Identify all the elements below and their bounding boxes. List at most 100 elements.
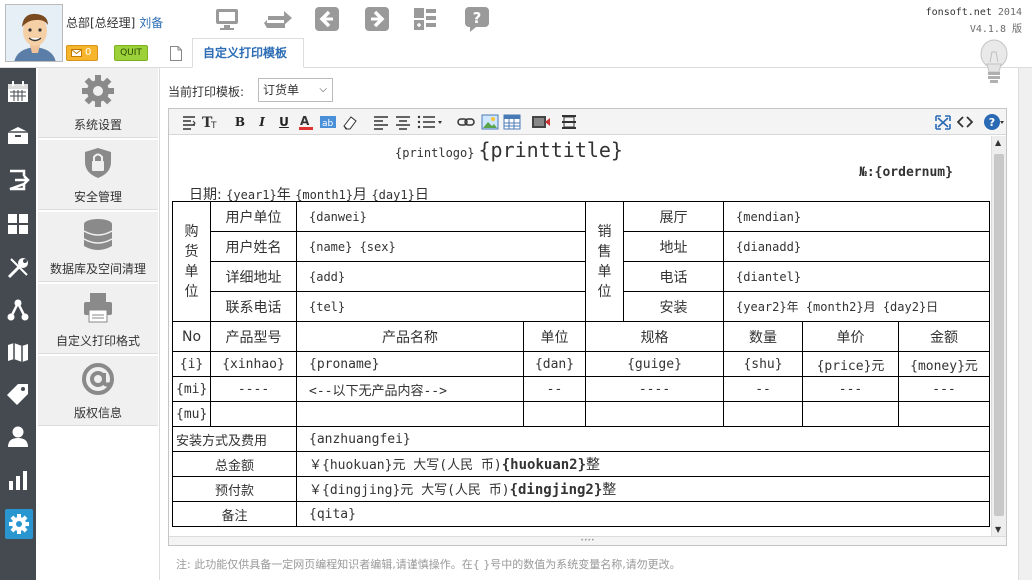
field-value: {add} [295,261,587,292]
editor-scrollbar[interactable]: ▲ ▼ [991,136,1006,536]
field-label: 联系电话 [210,291,297,322]
editor-resize-grip[interactable]: •••• [169,536,1006,545]
table-cell: {i} [172,351,211,377]
align-left-icon[interactable] [373,113,389,131]
menu-label: 自定义打印格式 [55,334,140,348]
source-icon[interactable] [957,113,973,131]
bold-button[interactable]: B [233,113,247,131]
bar-chart-icon[interactable] [6,468,30,492]
highlight-icon[interactable]: ab [319,113,337,131]
align-center-icon[interactable] [395,113,411,131]
menu-item-database-cleanup[interactable]: 数据库及空间清理 [38,212,158,282]
person-icon[interactable] [6,424,30,448]
grid-icon[interactable] [6,212,30,236]
user-name-link[interactable]: 刘备 [139,16,163,30]
table-row: {mu} [172,401,991,427]
scroll-thumb[interactable] [994,154,1004,516]
table-icon[interactable] [503,113,521,131]
tab-bar: 自定义打印模板 [162,38,1032,68]
remark-label: 备注 [172,501,297,527]
print-table: 购货单位 用户单位 {danwei} 销售单位 展厅 {mendian} 用户姓… [172,201,991,527]
table-header-row: No 产品型号 产品名称 单位 规格 数量 单价 金额 [172,321,991,352]
quit-button[interactable]: QUIT [114,45,148,61]
scroll-down-icon[interactable]: ▼ [995,525,1001,534]
table-row: 总金额 ￥{huokuan}元 大写(人民 币){huokuan2}整 [172,451,991,477]
menu-item-security[interactable]: 安全管理 [38,140,158,210]
messages-badge[interactable]: 0 [66,45,99,61]
column-header: 规格 [585,321,725,352]
table-cell: <--以下无产品内容--> [296,376,524,402]
box-icon[interactable] [6,124,30,148]
table-cell: {mu} [172,401,211,427]
database-icon [83,219,113,250]
table-cell: --- [802,376,900,402]
eraser-icon[interactable] [341,113,359,131]
font-color-icon[interactable]: A [297,113,315,131]
back-arrow-icon[interactable] [314,6,340,32]
table-row: 用户姓名 {name} {sex} 地址 {dianadd} [173,231,991,262]
svg-text:T: T [210,121,217,131]
total-suffix: 整 [586,457,601,473]
avatar-image [6,5,62,61]
at-sign-icon [82,363,114,395]
table-cell: -- [522,376,587,402]
map-icon[interactable] [6,340,30,364]
document-icon [170,46,182,61]
help-icon[interactable]: ? [464,6,490,32]
field-value: {diantel} [723,261,991,292]
editor-document[interactable]: {printlogo} {printtitle} №:{ordernum} 日期:… [169,136,991,536]
flash-icon[interactable] [531,113,551,131]
forward-arrow-icon[interactable] [364,6,390,32]
font-size-icon[interactable]: TT [201,113,221,131]
total-amount: ￥{huokuan}元 大写(人民 币) [309,458,502,473]
lightbulb-icon[interactable] [978,38,1010,88]
field-value: {year2}年 {month2}月 {day2}日 [723,291,991,322]
table-cell: --- [898,376,991,402]
left-icon-bar [0,68,36,580]
chevron-down-icon: ⌵ [319,84,327,95]
page-scrollbar[interactable] [1018,68,1032,580]
tag-icon[interactable] [6,382,30,406]
column-header: 产品名称 [296,321,524,352]
table-cell [210,401,297,427]
brand-year: 2014 [997,7,1022,18]
table-cell [802,401,900,427]
menu-item-custom-print-format[interactable]: 自定义打印格式 [38,284,158,354]
table-row: {i} {xinhao} {proname} {dan} {guige} {sh… [172,351,991,377]
refresh-icon[interactable] [264,6,294,32]
about-icon[interactable]: ? [983,113,1005,131]
list-icon[interactable] [417,113,443,131]
editor-toolbar: TT B I U A ab ? [169,109,1006,135]
image-icon[interactable] [481,113,499,131]
monitor-icon[interactable] [214,6,240,32]
tools-icon[interactable] [6,256,30,280]
field-value: {danwei} [295,201,587,232]
field-value: {tel} [295,291,587,322]
settings-tab[interactable] [5,509,33,539]
table-row: 详细地址 {add} 电话 {diantel} [173,261,991,292]
template-select[interactable]: 订货单 ⌵ [258,78,333,102]
link-icon[interactable] [457,113,475,131]
user-info: 总部[总经理] 刘备 [66,14,163,31]
hr-icon[interactable] [561,113,577,131]
menu-item-copyright[interactable]: 版权信息 [38,356,158,426]
network-icon[interactable] [6,298,30,322]
exit-icon[interactable] [6,168,30,192]
italic-button[interactable]: I [255,113,269,131]
fullscreen-icon[interactable] [935,113,951,131]
calendar-icon[interactable] [6,80,30,104]
tab-custom-print-template[interactable]: 自定义打印模板 [192,38,304,68]
format-icon[interactable] [181,113,197,131]
field-value: {name} {sex} [295,231,587,262]
menu-item-system-settings[interactable]: 系统设置 [38,68,158,138]
svg-text:?: ? [989,116,995,129]
column-header: 单价 [802,321,900,352]
deposit-suffix: 整 [602,482,617,498]
field-value: {dianadd} [723,231,991,262]
table-cell [898,401,991,427]
avatar[interactable] [5,4,63,62]
underline-button[interactable]: U [277,113,291,131]
scroll-up-icon[interactable]: ▲ [995,138,1001,147]
template-label: 当前打印模板: [168,85,245,99]
layout-icon[interactable] [412,6,438,32]
